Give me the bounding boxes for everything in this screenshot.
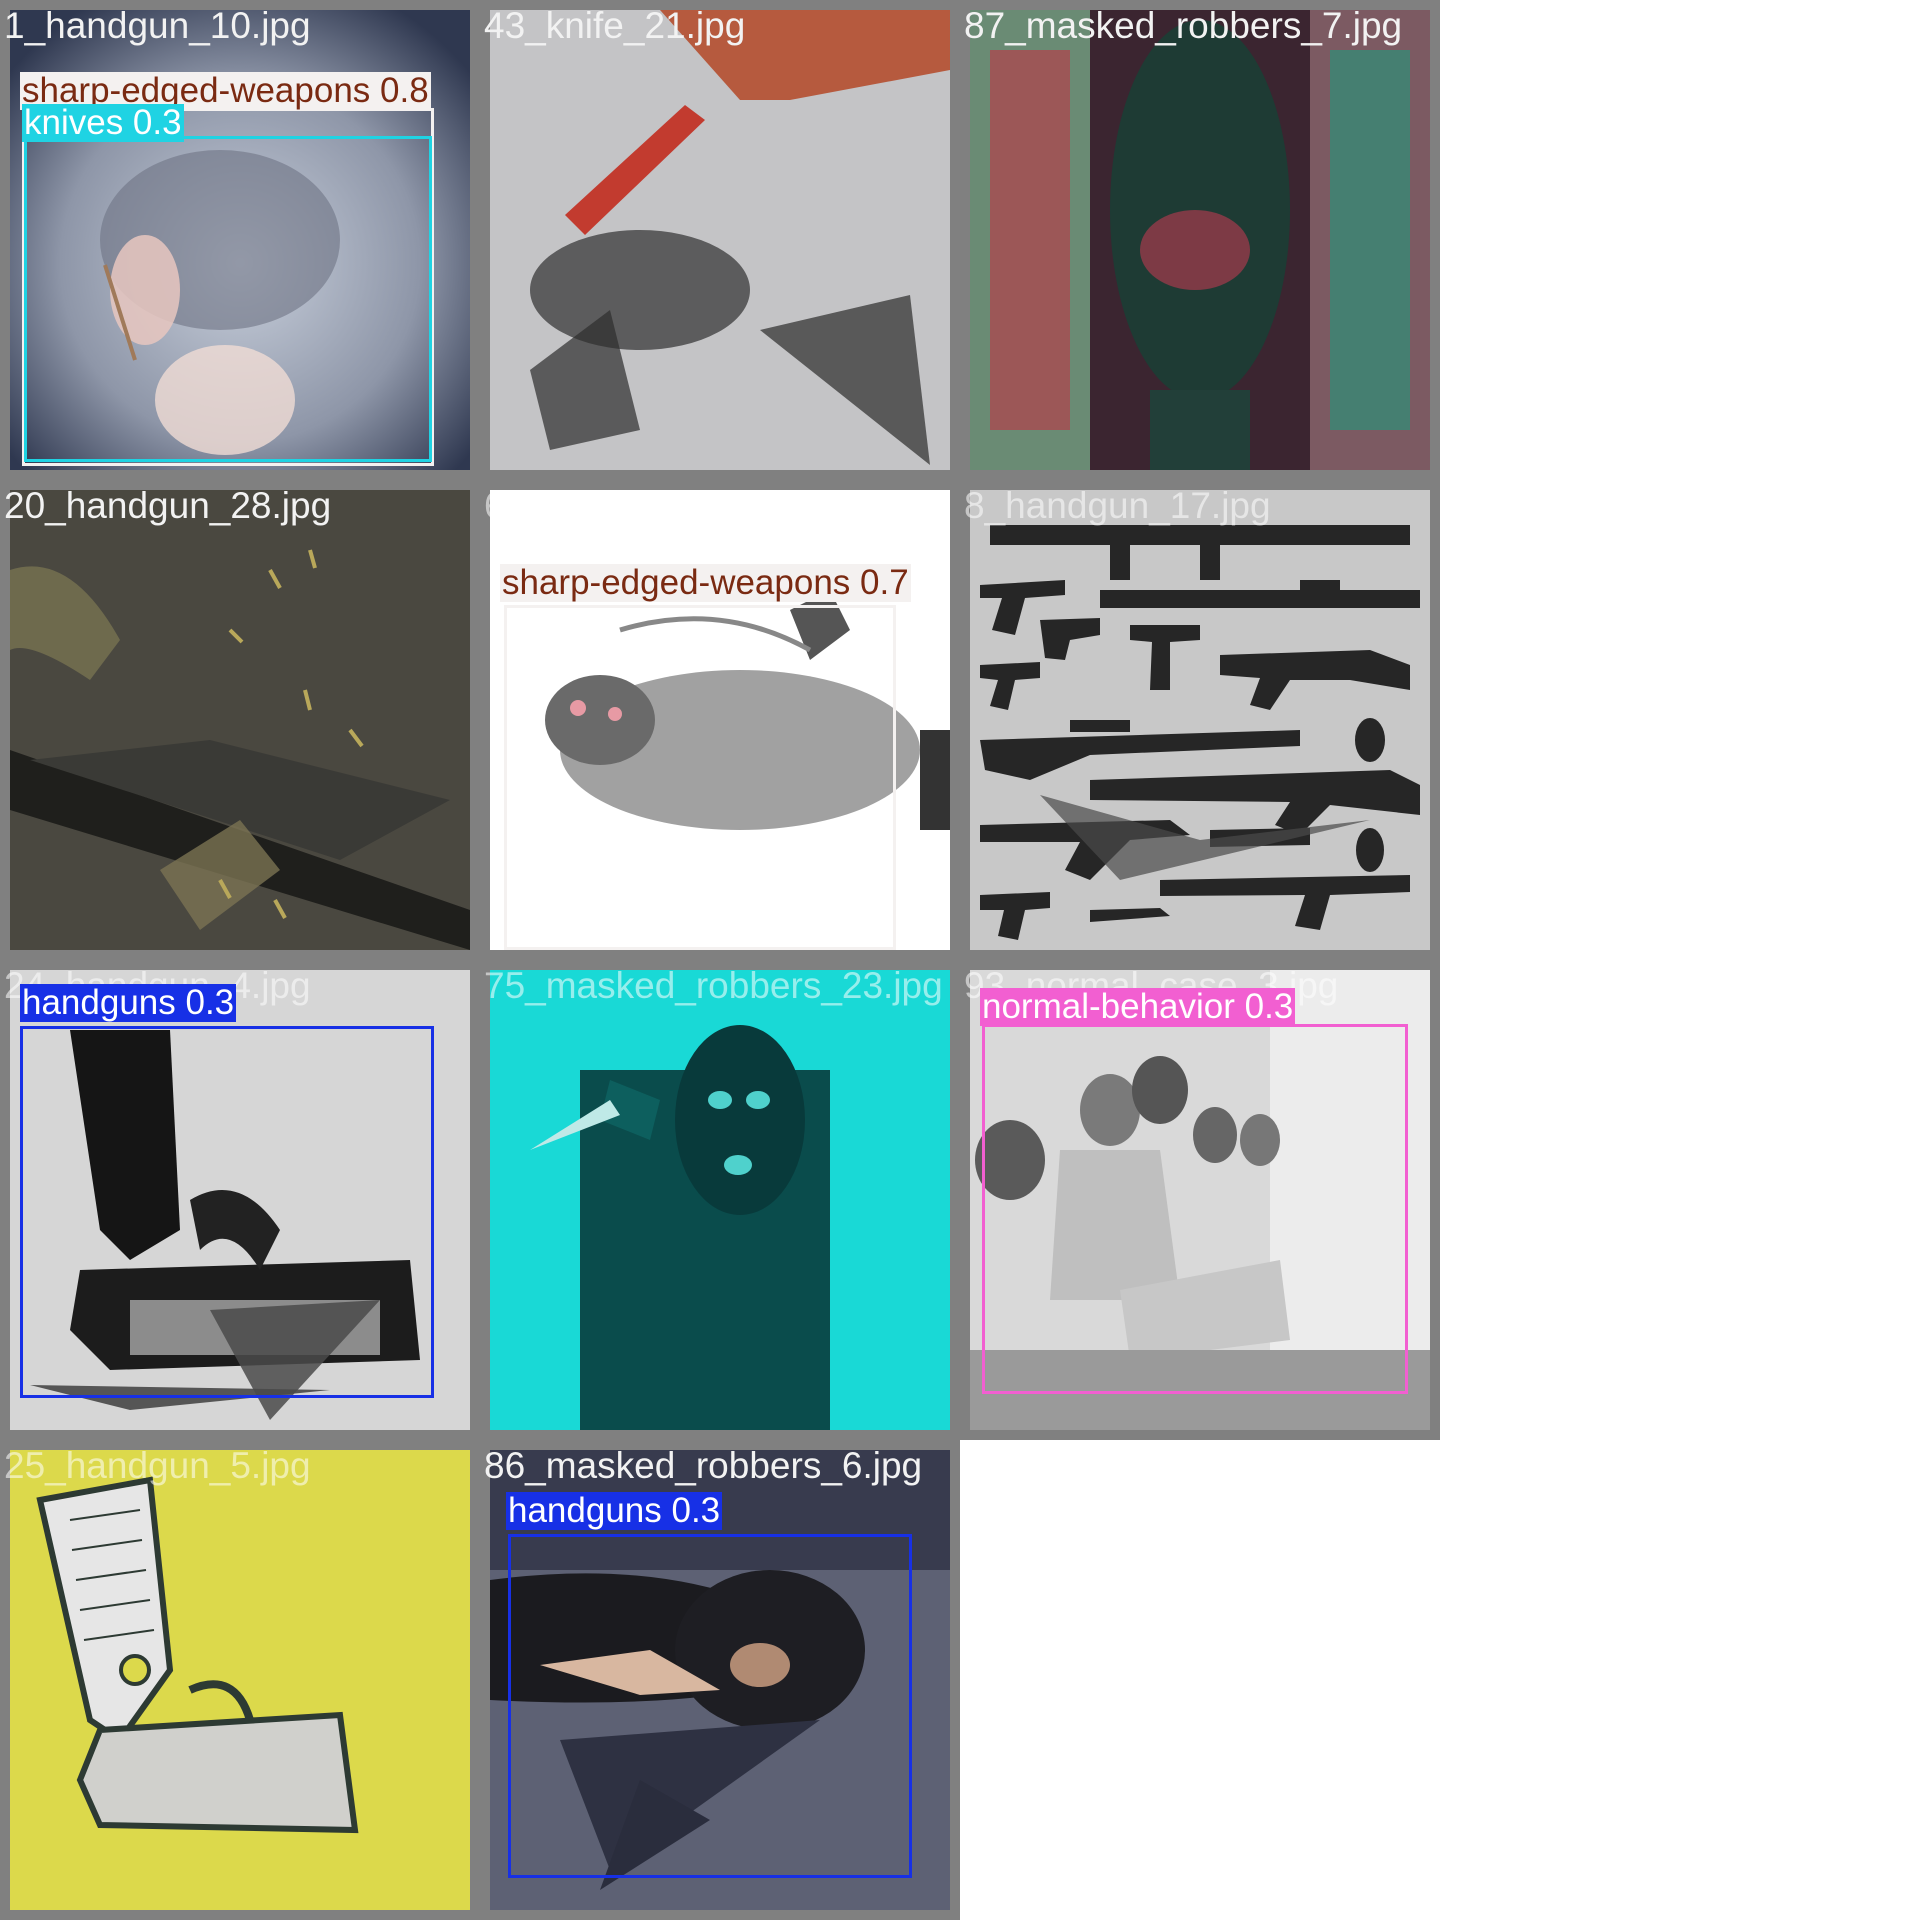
photo-knife-handoff (490, 10, 950, 470)
detection-box-sharp-edged-weapons (504, 605, 896, 950)
tile-20-handgun-28: 20_handgun_28.jpg (0, 480, 480, 960)
detection-box-normal-behavior (982, 1024, 1408, 1394)
tile-43-knife-21: 43_knife_21.jpg (480, 0, 960, 480)
photo-masked-robber-knife (490, 970, 950, 1430)
tile-87-masked-robbers-7: 87_masked_robbers_7.jpg (960, 0, 1440, 480)
filename-label: 87_masked_robbers_7.jpg (964, 5, 1403, 46)
filename-label: 8_handgun_17.jpg (964, 485, 1271, 526)
filename-label: 86_masked_robbers_6.jpg (484, 1445, 923, 1486)
tile-86-masked-robbers-6: 86_masked_robbers_6.jpg handguns 0.3 (480, 1440, 960, 1920)
detection-box-knives (24, 136, 432, 462)
tile-75-masked-robbers-23: 75_masked_robbers_23.jpg (480, 960, 960, 1440)
filename-label: 60_masked_robbers_1.jpg (484, 485, 923, 526)
photo-weapon-silhouettes (970, 490, 1430, 950)
photo-robber-in-aisle (970, 10, 1430, 470)
detection-box-handguns (20, 1026, 434, 1398)
detection-box-handguns (508, 1534, 912, 1878)
photo-pistol-illustration (10, 1450, 470, 1910)
detection-label-handguns: handguns 0.3 (506, 1491, 723, 1530)
filename-label: 43_knife_21.jpg (484, 5, 746, 46)
filename-label: 1_handgun_10.jpg (4, 5, 311, 46)
tile-1-handgun-10: 1_handgun_10.jpg sharp-edged-weapons 0.8… (0, 0, 480, 480)
tile-25-handgun-5: 25_handgun_5.jpg (0, 1440, 480, 1920)
tile-24-handgun-4: 24_handgun_4.jpg handguns 0.3 (0, 960, 480, 1440)
detection-label-sharp-edged-weapons: sharp-edged-weapons 0.7 (500, 563, 911, 602)
filename-label: 25_handgun_5.jpg (4, 1445, 311, 1486)
filename-label: 75_masked_robbers_23.jpg (484, 965, 943, 1006)
tile-93-normal-case-3: 93_normal_case_3.jpg normal-behavior 0.3 (960, 960, 1440, 1440)
tile-8-handgun-17: 8_handgun_17.jpg (960, 480, 1440, 960)
detection-label-knives: knives 0.3 (22, 103, 184, 142)
detection-label-handguns: handguns 0.3 (20, 983, 237, 1022)
detection-label-normal-behavior: normal-behavior 0.3 (980, 987, 1296, 1026)
tile-60-masked-robbers-1: 60_masked_robbers_1.jpg sharp-edged-weap… (480, 480, 960, 960)
photo-rifle-with-bullets (10, 490, 470, 950)
filename-label: 20_handgun_28.jpg (4, 485, 332, 526)
